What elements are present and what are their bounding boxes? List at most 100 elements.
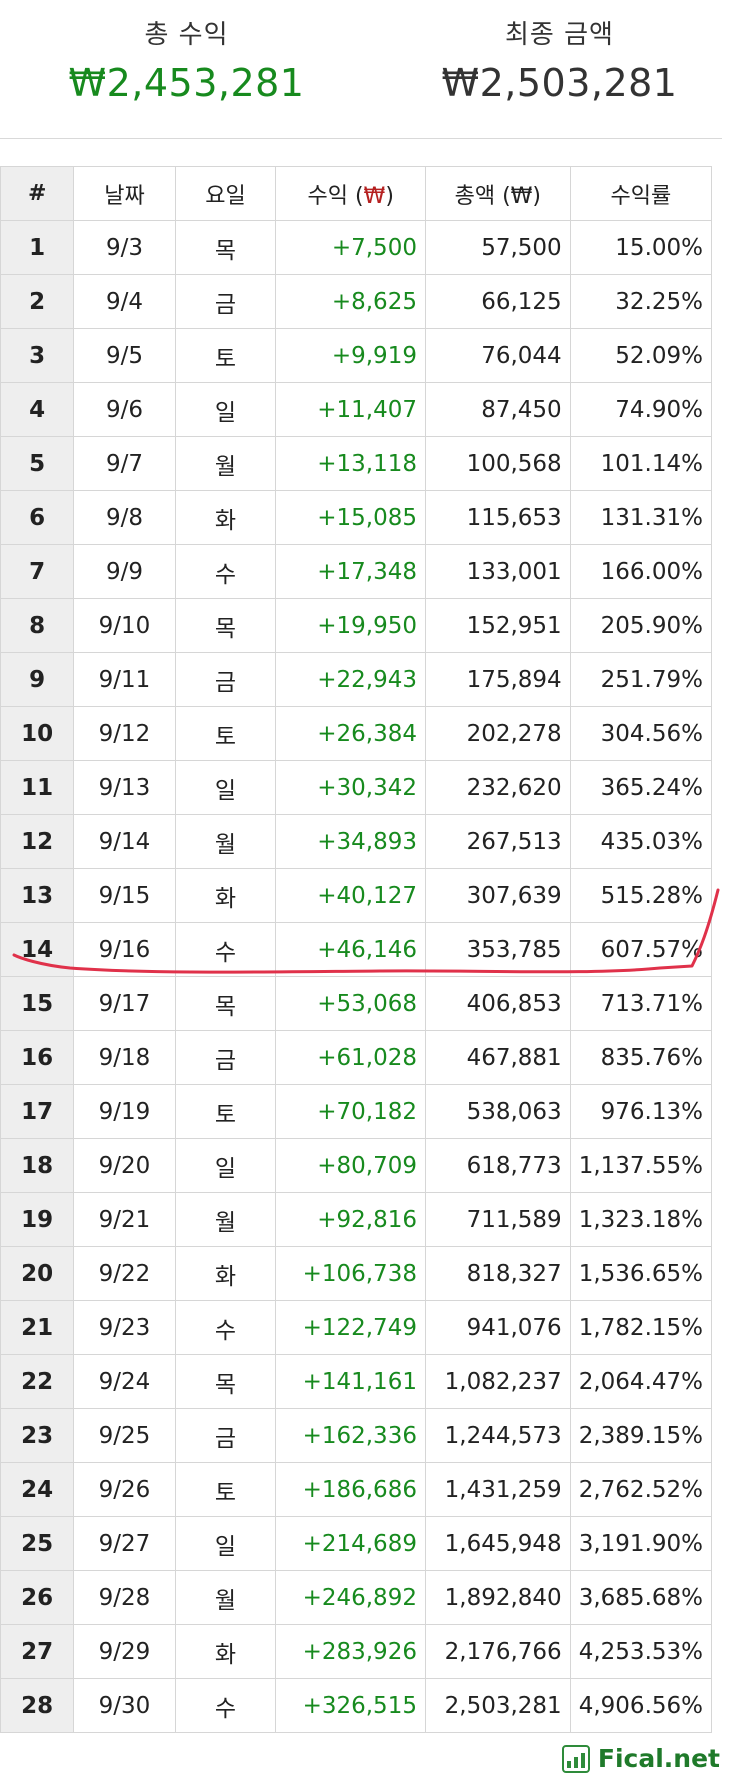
table-row: 18 9/20 일 +80,709 618,773 1,137.55% bbox=[0, 1138, 713, 1193]
table-row: 17 9/19 토 +70,182 538,063 976.13% bbox=[0, 1084, 713, 1139]
row-total: 538,063 bbox=[424, 1084, 571, 1139]
row-total: 2,503,281 bbox=[424, 1678, 571, 1733]
row-total: 406,853 bbox=[424, 976, 571, 1031]
row-day-of-week: 월 bbox=[174, 436, 277, 491]
row-profit: +17,348 bbox=[275, 544, 426, 599]
row-index: 19 bbox=[0, 1192, 75, 1247]
row-total: 1,892,840 bbox=[424, 1570, 571, 1625]
brand-watermark: Fical.net bbox=[561, 1744, 720, 1773]
table-row: 5 9/7 월 +13,118 100,568 101.14% bbox=[0, 436, 713, 491]
row-total: 818,327 bbox=[424, 1246, 571, 1301]
row-day-of-week: 수 bbox=[174, 1678, 277, 1733]
row-profit: +92,816 bbox=[275, 1192, 426, 1247]
row-index: 12 bbox=[0, 814, 75, 869]
row-rate: 15.00% bbox=[569, 220, 713, 275]
row-index: 9 bbox=[0, 652, 75, 707]
table-row: 25 9/27 일 +214,689 1,645,948 3,191.90% bbox=[0, 1516, 713, 1571]
row-total: 152,951 bbox=[424, 598, 571, 653]
table-row: 10 9/12 토 +26,384 202,278 304.56% bbox=[0, 706, 713, 761]
row-profit: +70,182 bbox=[275, 1084, 426, 1139]
table-row: 12 9/14 월 +34,893 267,513 435.03% bbox=[0, 814, 713, 869]
bar-chart-logo-icon bbox=[561, 1744, 590, 1773]
row-day-of-week: 수 bbox=[174, 922, 277, 977]
table-row: 20 9/22 화 +106,738 818,327 1,536.65% bbox=[0, 1246, 713, 1301]
row-date: 9/11 bbox=[73, 652, 176, 707]
table-row: 14 9/16 수 +46,146 353,785 607.57% bbox=[0, 922, 713, 977]
row-rate: 101.14% bbox=[569, 436, 713, 491]
row-total: 115,653 bbox=[424, 490, 571, 545]
row-total: 57,500 bbox=[424, 220, 571, 275]
row-date: 9/6 bbox=[73, 382, 176, 437]
row-day-of-week: 화 bbox=[174, 490, 277, 545]
row-total: 232,620 bbox=[424, 760, 571, 815]
row-rate: 52.09% bbox=[569, 328, 713, 383]
row-rate: 1,137.55% bbox=[569, 1138, 713, 1193]
row-date: 9/29 bbox=[73, 1624, 176, 1679]
row-total: 100,568 bbox=[424, 436, 571, 491]
summary-panel: 총 수익 ₩2,453,281 최종 금액 ₩2,503,281 bbox=[0, 0, 746, 125]
row-rate: 3,191.90% bbox=[569, 1516, 713, 1571]
row-total: 467,881 bbox=[424, 1030, 571, 1085]
row-rate: 976.13% bbox=[569, 1084, 713, 1139]
row-profit: +22,943 bbox=[275, 652, 426, 707]
row-index: 1 bbox=[0, 220, 75, 275]
table-row: 19 9/21 월 +92,816 711,589 1,323.18% bbox=[0, 1192, 713, 1247]
row-date: 9/14 bbox=[73, 814, 176, 869]
row-total: 711,589 bbox=[424, 1192, 571, 1247]
table-row: 26 9/28 월 +246,892 1,892,840 3,685.68% bbox=[0, 1570, 713, 1625]
row-profit: +26,384 bbox=[275, 706, 426, 761]
row-total: 1,082,237 bbox=[424, 1354, 571, 1409]
table-row: 24 9/26 토 +186,686 1,431,259 2,762.52% bbox=[0, 1462, 713, 1517]
row-day-of-week: 목 bbox=[174, 220, 277, 275]
row-total: 66,125 bbox=[424, 274, 571, 329]
row-day-of-week: 금 bbox=[174, 1030, 277, 1085]
row-total: 353,785 bbox=[424, 922, 571, 977]
row-profit: +326,515 bbox=[275, 1678, 426, 1733]
row-profit: +214,689 bbox=[275, 1516, 426, 1571]
row-date: 9/16 bbox=[73, 922, 176, 977]
row-profit: +246,892 bbox=[275, 1570, 426, 1625]
row-date: 9/30 bbox=[73, 1678, 176, 1733]
table-row: 7 9/9 수 +17,348 133,001 166.00% bbox=[0, 544, 713, 599]
daily-profit-table: # 날짜 요일 수익 (₩) 총액 (₩) 수익률 1 9/3 목 +7,500 57,… bbox=[0, 166, 713, 1733]
row-profit: +122,749 bbox=[275, 1300, 426, 1355]
row-rate: 205.90% bbox=[569, 598, 713, 653]
row-index: 28 bbox=[0, 1678, 75, 1733]
row-date: 9/17 bbox=[73, 976, 176, 1031]
total-profit-value: ₩2,453,281 bbox=[68, 61, 305, 105]
row-rate: 304.56% bbox=[569, 706, 713, 761]
header-profit: 수익 (₩) bbox=[275, 166, 426, 221]
row-day-of-week: 월 bbox=[174, 1192, 277, 1247]
table-row: 9 9/11 금 +22,943 175,894 251.79% bbox=[0, 652, 713, 707]
row-index: 18 bbox=[0, 1138, 75, 1193]
row-index: 7 bbox=[0, 544, 75, 599]
row-index: 3 bbox=[0, 328, 75, 383]
table-row: 11 9/13 일 +30,342 232,620 365.24% bbox=[0, 760, 713, 815]
row-date: 9/24 bbox=[73, 1354, 176, 1409]
row-rate: 607.57% bbox=[569, 922, 713, 977]
row-date: 9/4 bbox=[73, 274, 176, 329]
total-profit-box: 총 수익 ₩2,453,281 bbox=[0, 0, 373, 125]
row-profit: +40,127 bbox=[275, 868, 426, 923]
row-day-of-week: 일 bbox=[174, 760, 277, 815]
row-date: 9/20 bbox=[73, 1138, 176, 1193]
row-rate: 835.76% bbox=[569, 1030, 713, 1085]
row-profit: +11,407 bbox=[275, 382, 426, 437]
row-day-of-week: 일 bbox=[174, 1516, 277, 1571]
row-day-of-week: 토 bbox=[174, 328, 277, 383]
row-rate: 32.25% bbox=[569, 274, 713, 329]
row-profit: +8,625 bbox=[275, 274, 426, 329]
row-date: 9/8 bbox=[73, 490, 176, 545]
header-date: 날짜 bbox=[73, 166, 176, 221]
row-total: 2,176,766 bbox=[424, 1624, 571, 1679]
row-total: 175,894 bbox=[424, 652, 571, 707]
row-index: 6 bbox=[0, 490, 75, 545]
row-date: 9/5 bbox=[73, 328, 176, 383]
row-day-of-week: 목 bbox=[174, 976, 277, 1031]
row-index: 27 bbox=[0, 1624, 75, 1679]
row-profit: +34,893 bbox=[275, 814, 426, 869]
table-row: 6 9/8 화 +15,085 115,653 131.31% bbox=[0, 490, 713, 545]
table-row: 4 9/6 일 +11,407 87,450 74.90% bbox=[0, 382, 713, 437]
table-row: 28 9/30 수 +326,515 2,503,281 4,906.56% bbox=[0, 1678, 713, 1733]
row-date: 9/13 bbox=[73, 760, 176, 815]
